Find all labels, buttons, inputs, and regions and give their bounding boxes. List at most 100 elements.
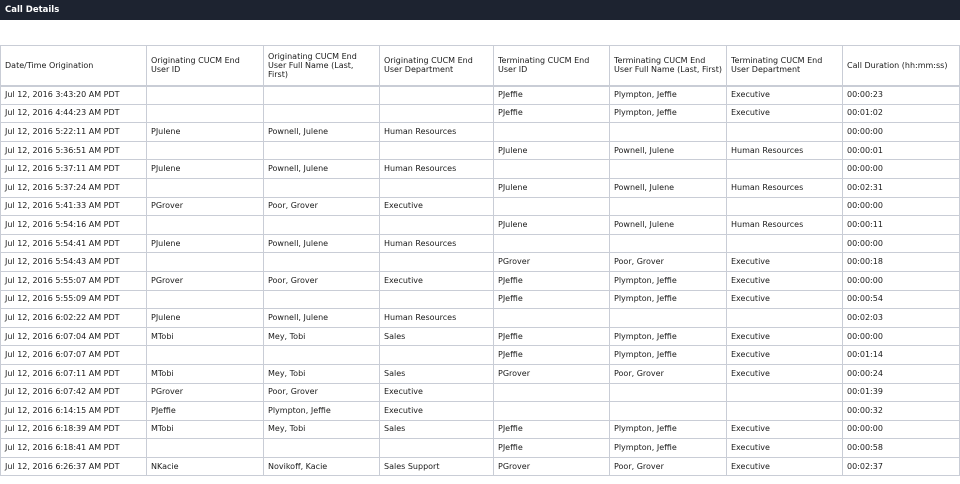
cell-term-full-name: Poor, Grover	[609, 252, 727, 272]
cell-datetime: Jul 12, 2016 6:14:15 AM PDT	[0, 401, 147, 421]
cell-call-duration: 00:00:01	[842, 140, 960, 161]
cell-term-full-name: Plympton, Jeffie	[609, 438, 727, 458]
cell-datetime: Jul 12, 2016 5:37:11 AM PDT	[0, 159, 147, 179]
table-row[interactable]: Jul 12, 2016 5:41:33 AM PDT PGrover Poor, …	[0, 196, 960, 217]
table-row[interactable]: Jul 12, 2016 5:54:41 AM PDT PJulene Pownel…	[0, 233, 960, 254]
cell-orig-full-name	[263, 140, 380, 161]
cell-orig-user-id: PJulene	[146, 308, 264, 328]
cell-term-full-name: Poor, Grover	[609, 363, 727, 384]
cell-orig-full-name	[263, 252, 380, 272]
table-row[interactable]: Jul 12, 2016 6:07:07 AM PDT PJeffie Plympt…	[0, 345, 960, 365]
cell-orig-full-name: Novikoff, Kacie	[263, 456, 380, 477]
column-header-datetime[interactable]: Date/Time Origination	[0, 45, 147, 86]
cell-orig-full-name: Mey, Tobi	[263, 326, 380, 347]
cell-call-duration: 00:00:11	[842, 215, 960, 235]
cell-orig-full-name	[263, 85, 380, 105]
cell-datetime: Jul 12, 2016 6:07:04 AM PDT	[0, 326, 147, 347]
cell-datetime: Jul 12, 2016 5:37:24 AM PDT	[0, 177, 147, 198]
cell-term-department	[726, 382, 843, 403]
cell-orig-department: Human Resources	[379, 159, 494, 179]
table-row[interactable]: Jul 12, 2016 5:37:11 AM PDT PJulene Pownel…	[0, 159, 960, 179]
cell-orig-user-id: MTobi	[146, 326, 264, 347]
cell-orig-full-name: Plympton, Jeffie	[263, 401, 380, 421]
table-row[interactable]: Jul 12, 2016 5:54:43 AM PDT PGrover Poor, …	[0, 252, 960, 272]
table-row[interactable]: Jul 12, 2016 6:07:04 AM PDT MTobi Mey, Tob…	[0, 326, 960, 347]
cell-call-duration: 00:01:02	[842, 103, 960, 124]
cell-term-user-id: PJeffie	[493, 85, 610, 105]
cell-datetime: Jul 12, 2016 6:18:41 AM PDT	[0, 438, 147, 458]
cell-orig-user-id: MTobi	[146, 419, 264, 440]
cell-datetime: Jul 12, 2016 6:18:39 AM PDT	[0, 419, 147, 440]
table-header-row: Date/Time Origination Originating CUCM E…	[0, 45, 960, 86]
column-header-orig-department[interactable]: Originating CUCM End User Department	[379, 45, 494, 86]
cell-term-full-name: Pownell, Julene	[609, 215, 727, 235]
cell-term-full-name: Plympton, Jeffie	[609, 419, 727, 440]
cell-orig-user-id: PGrover	[146, 270, 264, 291]
table-row[interactable]: Jul 12, 2016 4:44:23 AM PDT PJeffie Plympt…	[0, 103, 960, 124]
cell-term-department	[726, 159, 843, 179]
cell-term-full-name: Plympton, Jeffie	[609, 270, 727, 291]
table-row[interactable]: Jul 12, 2016 6:18:41 AM PDT PJeffie Plympt…	[0, 438, 960, 458]
cell-orig-department	[379, 289, 494, 310]
cell-orig-department: Executive	[379, 382, 494, 403]
cell-datetime: Jul 12, 2016 6:07:11 AM PDT	[0, 363, 147, 384]
table-row[interactable]: Jul 12, 2016 6:26:37 AM PDT NKacie Novikof…	[0, 456, 960, 477]
column-header-term-full-name[interactable]: Terminating CUCM End User Full Name (Las…	[609, 45, 727, 86]
cell-orig-user-id	[146, 177, 264, 198]
table-row[interactable]: Jul 12, 2016 5:54:16 AM PDT PJulene Pownel…	[0, 215, 960, 235]
cell-term-department	[726, 196, 843, 217]
table-row[interactable]: Jul 12, 2016 6:14:15 AM PDT PJeffie Plympt…	[0, 401, 960, 421]
cell-datetime: Jul 12, 2016 6:02:22 AM PDT	[0, 308, 147, 328]
cell-call-duration: 00:02:03	[842, 308, 960, 328]
cell-orig-full-name: Poor, Grover	[263, 270, 380, 291]
cell-orig-department: Executive	[379, 270, 494, 291]
cell-orig-department: Human Resources	[379, 308, 494, 328]
cell-orig-department: Sales Support	[379, 456, 494, 477]
table-row[interactable]: Jul 12, 2016 5:37:24 AM PDT PJulene Pownel…	[0, 177, 960, 198]
cell-datetime: Jul 12, 2016 3:43:20 AM PDT	[0, 85, 147, 105]
cell-term-user-id: PJeffie	[493, 289, 610, 310]
table-row[interactable]: Jul 12, 2016 5:36:51 AM PDT PJulene Pownel…	[0, 140, 960, 161]
column-header-orig-user-id[interactable]: Originating CUCM End User ID	[146, 45, 264, 86]
cell-orig-user-id: PGrover	[146, 196, 264, 217]
cell-orig-user-id	[146, 215, 264, 235]
cell-term-full-name: Plympton, Jeffie	[609, 326, 727, 347]
cell-orig-department	[379, 438, 494, 458]
cell-term-user-id: PGrover	[493, 252, 610, 272]
cell-datetime: Jul 12, 2016 6:07:07 AM PDT	[0, 345, 147, 365]
table-row[interactable]: Jul 12, 2016 5:55:07 AM PDT PGrover Poor, …	[0, 270, 960, 291]
cell-term-department: Executive	[726, 103, 843, 124]
cell-datetime: Jul 12, 2016 5:36:51 AM PDT	[0, 140, 147, 161]
cell-term-user-id: PJulene	[493, 177, 610, 198]
table-row[interactable]: Jul 12, 2016 3:43:20 AM PDT PJeffie Plympt…	[0, 85, 960, 105]
cell-term-full-name: Plympton, Jeffie	[609, 103, 727, 124]
table-row[interactable]: Jul 12, 2016 6:07:11 AM PDT MTobi Mey, Tob…	[0, 363, 960, 384]
cell-orig-department	[379, 140, 494, 161]
column-header-term-department[interactable]: Terminating CUCM End User Department	[726, 45, 843, 86]
table-row[interactable]: Jul 12, 2016 6:18:39 AM PDT MTobi Mey, Tob…	[0, 419, 960, 440]
column-header-call-duration[interactable]: Call Duration (hh:mm:ss)	[842, 45, 960, 86]
table-row[interactable]: Jul 12, 2016 6:02:22 AM PDT PJulene Pownel…	[0, 308, 960, 328]
column-header-term-user-id[interactable]: Terminating CUCM End User ID	[493, 45, 610, 86]
cell-orig-department	[379, 85, 494, 105]
cell-orig-user-id	[146, 345, 264, 365]
cell-orig-user-id: PJulene	[146, 122, 264, 142]
cell-call-duration: 00:02:31	[842, 177, 960, 198]
cell-term-user-id	[493, 196, 610, 217]
cell-term-department: Executive	[726, 252, 843, 272]
column-header-orig-full-name[interactable]: Originating CUCM End User Full Name (Las…	[263, 45, 380, 86]
cell-orig-user-id	[146, 103, 264, 124]
table-row[interactable]: Jul 12, 2016 6:07:42 AM PDT PGrover Poor, …	[0, 382, 960, 403]
cell-orig-full-name	[263, 103, 380, 124]
table-row[interactable]: Jul 12, 2016 5:22:11 AM PDT PJulene Pownel…	[0, 122, 960, 142]
cell-datetime: Jul 12, 2016 5:55:07 AM PDT	[0, 270, 147, 291]
cell-orig-user-id: PJeffie	[146, 401, 264, 421]
cell-orig-department: Sales	[379, 326, 494, 347]
cell-orig-full-name: Pownell, Julene	[263, 233, 380, 254]
cell-datetime: Jul 12, 2016 4:44:23 AM PDT	[0, 103, 147, 124]
cell-call-duration: 00:00:00	[842, 196, 960, 217]
cell-orig-user-id: PGrover	[146, 382, 264, 403]
cell-term-department: Executive	[726, 345, 843, 365]
cell-term-department: Executive	[726, 326, 843, 347]
table-row[interactable]: Jul 12, 2016 5:55:09 AM PDT PJeffie Plympt…	[0, 289, 960, 310]
